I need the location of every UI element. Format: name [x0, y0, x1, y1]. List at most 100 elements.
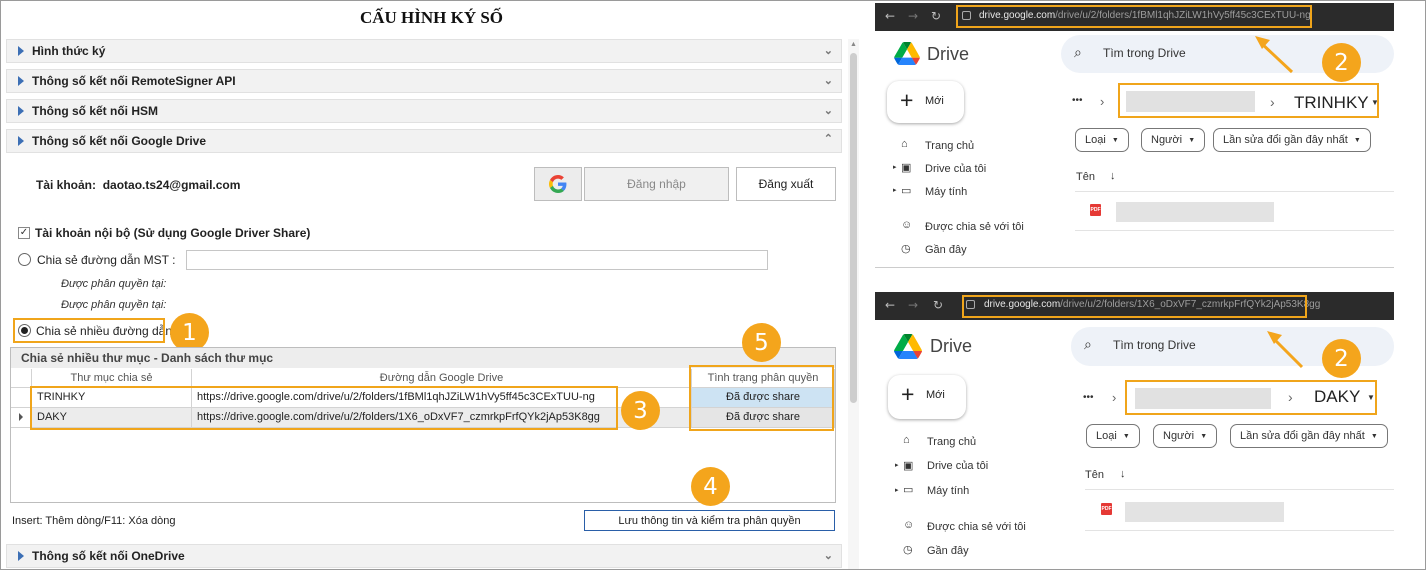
- recent-icon: ◷: [901, 243, 911, 255]
- section-onedrive[interactable]: Thông số kết nối OneDrive ⌄: [6, 544, 842, 568]
- filter-people[interactable]: Người ▼: [1153, 424, 1218, 448]
- highlight-url-2: [962, 295, 1307, 318]
- expand-triangle-icon: [18, 76, 24, 86]
- reload-icon[interactable]: ↻: [933, 298, 943, 312]
- blurred-file-name[interactable]: [1125, 502, 1284, 522]
- highlight-folder-1: [1118, 83, 1379, 118]
- save-check-button[interactable]: Lưu thông tin và kiểm tra phân quyền: [584, 510, 835, 531]
- drive-app-name: Drive: [927, 44, 970, 64]
- nav-home[interactable]: Trang chủ: [925, 140, 974, 152]
- home-icon: ⌂: [903, 434, 910, 446]
- scrollbar-thumb[interactable]: [850, 53, 857, 403]
- column-name-header[interactable]: Tên: [1076, 171, 1095, 183]
- current-row-icon: [19, 413, 23, 421]
- google-g-icon: [549, 175, 567, 193]
- vertical-scrollbar[interactable]: ▲: [848, 39, 859, 569]
- step-badge-2-top: 2: [1322, 43, 1361, 82]
- row-marker[interactable]: [11, 388, 32, 408]
- filter-modified[interactable]: Lần sửa đổi gần đây nhất ▼: [1230, 424, 1388, 448]
- back-icon[interactable]: ←: [885, 298, 895, 312]
- nav-recent[interactable]: Gần đây: [925, 244, 967, 256]
- sort-arrow-icon[interactable]: ↓: [1120, 468, 1126, 480]
- filter-modified[interactable]: Lần sửa đổi gần đây nhất ▼: [1213, 128, 1371, 152]
- new-button[interactable]: + Mới: [888, 375, 966, 419]
- row-marker-current[interactable]: [11, 408, 32, 428]
- step-badge-5: 5: [742, 323, 781, 362]
- browser-window-daky: ← → ↻ drive.google.com/drive/u/2/folders…: [875, 292, 1394, 567]
- section-label: Thông số kết nối OneDrive: [32, 549, 185, 563]
- highlight-box-3: [30, 386, 618, 430]
- account-label: Tài khoản: daotao.ts24@gmail.com: [36, 178, 241, 192]
- nav-home[interactable]: Trang chủ: [927, 436, 976, 448]
- section-remotesigner[interactable]: Thông số kết nối RemoteSigner API ⌄: [6, 69, 842, 93]
- section-label: Hình thức ký: [32, 44, 106, 58]
- nav-computers[interactable]: Máy tính: [925, 186, 967, 198]
- blurred-file-name[interactable]: [1116, 202, 1274, 222]
- step-badge-4: 4: [691, 467, 730, 506]
- google-account-button[interactable]: [534, 167, 582, 201]
- breadcrumb-more[interactable]: •••: [1072, 95, 1083, 106]
- sort-arrow-icon[interactable]: ↓: [1110, 170, 1116, 182]
- column-name-header[interactable]: Tên: [1085, 469, 1104, 481]
- google-drive-logo-icon: [894, 334, 922, 359]
- section-label: Thông số kết nối RemoteSigner API: [32, 74, 236, 88]
- nav-shared[interactable]: Được chia sẻ với tôi: [927, 521, 1026, 533]
- forward-icon[interactable]: →: [908, 9, 918, 23]
- annotation-arrow-bottom: [1267, 331, 1304, 369]
- my-drive-icon: ▣: [903, 460, 914, 472]
- pdf-file-icon: PDF: [1090, 204, 1101, 216]
- new-button[interactable]: + Mới: [887, 81, 964, 123]
- step-badge-3: 3: [621, 391, 660, 430]
- highlight-folder-2: [1125, 380, 1377, 415]
- breadcrumb-more[interactable]: •••: [1083, 392, 1094, 403]
- chevron-down-icon[interactable]: ⌄: [824, 44, 833, 57]
- share-mst-input[interactable]: [186, 250, 768, 270]
- annotation-arrow-top: [1255, 36, 1294, 74]
- share-mst-label: Chia sẻ đường dẫn MST :: [37, 253, 176, 267]
- expand-triangle-icon: [18, 46, 24, 56]
- internal-account-checkbox[interactable]: ✓: [18, 227, 30, 239]
- divider: [1075, 191, 1394, 192]
- nav-my-drive[interactable]: Drive của tôi: [927, 460, 988, 472]
- back-icon[interactable]: ←: [885, 9, 895, 23]
- dropdown-icon: ▼: [1122, 432, 1130, 440]
- chevron-down-icon[interactable]: ⌄: [824, 74, 833, 87]
- chevron-up-icon[interactable]: ⌃: [824, 132, 833, 145]
- page-title: CẤU HÌNH KÝ SỐ: [359, 8, 504, 27]
- breadcrumb-chevron-icon: ›: [1100, 94, 1105, 109]
- expand-arrow-icon[interactable]: ▸: [895, 486, 899, 494]
- scroll-up-icon[interactable]: ▲: [850, 41, 857, 48]
- dropdown-icon: ▼: [1200, 432, 1208, 440]
- permission-label-1: Được phân quyền tại:: [61, 278, 167, 290]
- section-label: Thông số kết nối HSM: [32, 104, 158, 118]
- nav-shared[interactable]: Được chia sẻ với tôi: [925, 221, 1024, 233]
- nav-my-drive[interactable]: Drive của tôi: [925, 163, 986, 175]
- nav-recent[interactable]: Gần đây: [927, 545, 969, 557]
- chevron-down-icon[interactable]: ⌄: [824, 549, 833, 562]
- forward-icon[interactable]: →: [908, 298, 918, 312]
- reload-icon[interactable]: ↻: [931, 9, 941, 23]
- expand-arrow-icon[interactable]: ▸: [895, 461, 899, 469]
- login-button[interactable]: Đăng nhập: [584, 167, 729, 201]
- computer-icon: ▭: [901, 185, 912, 197]
- filter-type[interactable]: Loại ▼: [1075, 128, 1129, 152]
- breadcrumb-chevron-icon: ›: [1112, 390, 1117, 405]
- permission-label-2: Được phân quyền tại:: [61, 299, 167, 311]
- expand-arrow-icon[interactable]: ▸: [893, 163, 897, 171]
- section-hsm[interactable]: Thông số kết nối HSM ⌄: [6, 99, 842, 123]
- expand-triangle-icon: [18, 136, 24, 146]
- browser-window-trinhky: ← → ↻ drive.google.com/drive/u/2/folders…: [875, 3, 1394, 268]
- section-signing-method[interactable]: Hình thức ký ⌄: [6, 39, 842, 63]
- filter-type[interactable]: Loại ▼: [1086, 424, 1140, 448]
- logout-button[interactable]: Đăng xuất: [736, 167, 836, 201]
- account-email: daotao.ts24@gmail.com: [102, 178, 241, 192]
- chevron-down-icon[interactable]: ⌄: [824, 104, 833, 117]
- filter-people[interactable]: Người ▼: [1141, 128, 1206, 152]
- nav-computers[interactable]: Máy tính: [927, 485, 969, 497]
- new-button-label: Mới: [925, 95, 944, 107]
- section-google-drive[interactable]: Thông số kết nối Google Drive ⌃: [6, 129, 842, 153]
- search-icon: ⌕: [1084, 336, 1092, 352]
- share-mst-radio[interactable]: [18, 253, 31, 266]
- expand-arrow-icon[interactable]: ▸: [893, 186, 897, 194]
- shared-with-me-icon: ☺: [901, 219, 913, 231]
